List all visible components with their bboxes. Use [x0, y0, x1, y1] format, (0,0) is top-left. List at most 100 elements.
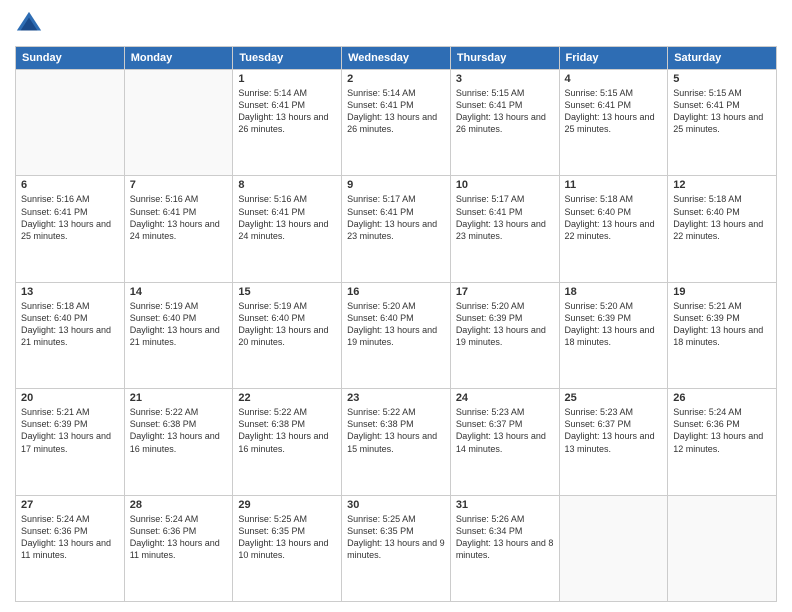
day-header-friday: Friday: [559, 47, 668, 70]
day-info: Sunrise: 5:15 AM Sunset: 6:41 PM Dayligh…: [565, 87, 663, 136]
day-info: Sunrise: 5:20 AM Sunset: 6:40 PM Dayligh…: [347, 300, 445, 349]
calendar-cell: 1 Sunrise: 5:14 AM Sunset: 6:41 PM Daylig…: [233, 70, 342, 176]
calendar-cell: 17 Sunrise: 5:20 AM Sunset: 6:39 PM Dayli…: [450, 282, 559, 388]
day-info: Sunrise: 5:24 AM Sunset: 6:36 PM Dayligh…: [21, 513, 119, 562]
day-info: Sunrise: 5:18 AM Sunset: 6:40 PM Dayligh…: [21, 300, 119, 349]
calendar-cell: 25 Sunrise: 5:23 AM Sunset: 6:37 PM Dayli…: [559, 389, 668, 495]
day-number: 1: [238, 73, 336, 85]
day-info: Sunrise: 5:23 AM Sunset: 6:37 PM Dayligh…: [456, 406, 554, 455]
day-info: Sunrise: 5:24 AM Sunset: 6:36 PM Dayligh…: [130, 513, 228, 562]
calendar-cell: 21 Sunrise: 5:22 AM Sunset: 6:38 PM Dayli…: [124, 389, 233, 495]
day-info: Sunrise: 5:16 AM Sunset: 6:41 PM Dayligh…: [130, 193, 228, 242]
day-number: 21: [130, 392, 228, 404]
day-header-sunday: Sunday: [16, 47, 125, 70]
day-number: 26: [673, 392, 771, 404]
day-number: 19: [673, 286, 771, 298]
calendar-cell: 7Sunrise: 5:16 AM Sunset: 6:41 PM Daylig…: [124, 176, 233, 282]
day-number: 25: [565, 392, 663, 404]
day-number: 18: [565, 286, 663, 298]
day-header-wednesday: Wednesday: [342, 47, 451, 70]
calendar-cell: 31 Sunrise: 5:26 AM Sunset: 6:34 PM Dayli…: [450, 495, 559, 601]
calendar-cell: 9 Sunrise: 5:17 AM Sunset: 6:41 PM Daylig…: [342, 176, 451, 282]
day-number: 31: [456, 499, 554, 511]
calendar-cell: [16, 70, 125, 176]
day-number: 12: [673, 179, 771, 191]
calendar-cell: 24 Sunrise: 5:23 AM Sunset: 6:37 PM Dayli…: [450, 389, 559, 495]
day-info: Sunrise: 5:20 AM Sunset: 6:39 PM Dayligh…: [456, 300, 554, 349]
day-number: 14: [130, 286, 228, 298]
day-info: Sunrise: 5:19 AM Sunset: 6:40 PM Dayligh…: [238, 300, 336, 349]
calendar-cell: 13Sunrise: 5:18 AM Sunset: 6:40 PM Dayli…: [16, 282, 125, 388]
day-number: 11: [565, 179, 663, 191]
calendar-cell: 18 Sunrise: 5:20 AM Sunset: 6:39 PM Dayli…: [559, 282, 668, 388]
day-info: Sunrise: 5:21 AM Sunset: 6:39 PM Dayligh…: [21, 406, 119, 455]
calendar-cell: 3Sunrise: 5:15 AM Sunset: 6:41 PM Daylig…: [450, 70, 559, 176]
day-number: 30: [347, 499, 445, 511]
calendar-cell: 29 Sunrise: 5:25 AM Sunset: 6:35 PM Dayli…: [233, 495, 342, 601]
day-number: 29: [238, 499, 336, 511]
logo-icon: [15, 10, 43, 38]
calendar-cell: 2 Sunrise: 5:14 AM Sunset: 6:41 PM Daylig…: [342, 70, 451, 176]
calendar-cell: 12Sunrise: 5:18 AM Sunset: 6:40 PM Dayli…: [668, 176, 777, 282]
day-number: 5: [673, 73, 771, 85]
day-number: 20: [21, 392, 119, 404]
day-info: Sunrise: 5:14 AM Sunset: 6:41 PM Dayligh…: [347, 87, 445, 136]
day-info: Sunrise: 5:25 AM Sunset: 6:35 PM Dayligh…: [347, 513, 445, 562]
day-number: 10: [456, 179, 554, 191]
calendar-cell: 27Sunrise: 5:24 AM Sunset: 6:36 PM Dayli…: [16, 495, 125, 601]
calendar-cell: 22 Sunrise: 5:22 AM Sunset: 6:38 PM Dayli…: [233, 389, 342, 495]
calendar: SundayMondayTuesdayWednesdayThursdayFrid…: [15, 46, 777, 602]
day-info: Sunrise: 5:20 AM Sunset: 6:39 PM Dayligh…: [565, 300, 663, 349]
calendar-header-row: SundayMondayTuesdayWednesdayThursdayFrid…: [16, 47, 777, 70]
header: [15, 10, 777, 38]
day-info: Sunrise: 5:16 AM Sunset: 6:41 PM Dayligh…: [21, 193, 119, 242]
calendar-cell: 10 Sunrise: 5:17 AM Sunset: 6:41 PM Dayli…: [450, 176, 559, 282]
page: SundayMondayTuesdayWednesdayThursdayFrid…: [0, 0, 792, 612]
day-info: Sunrise: 5:17 AM Sunset: 6:41 PM Dayligh…: [347, 193, 445, 242]
day-info: Sunrise: 5:25 AM Sunset: 6:35 PM Dayligh…: [238, 513, 336, 562]
calendar-week-4: 27Sunrise: 5:24 AM Sunset: 6:36 PM Dayli…: [16, 495, 777, 601]
day-info: Sunrise: 5:26 AM Sunset: 6:34 PM Dayligh…: [456, 513, 554, 562]
day-number: 17: [456, 286, 554, 298]
day-number: 16: [347, 286, 445, 298]
calendar-week-0: 1 Sunrise: 5:14 AM Sunset: 6:41 PM Daylig…: [16, 70, 777, 176]
calendar-cell: 14 Sunrise: 5:19 AM Sunset: 6:40 PM Dayli…: [124, 282, 233, 388]
calendar-cell: 20 Sunrise: 5:21 AM Sunset: 6:39 PM Dayli…: [16, 389, 125, 495]
calendar-week-2: 13Sunrise: 5:18 AM Sunset: 6:40 PM Dayli…: [16, 282, 777, 388]
day-number: 24: [456, 392, 554, 404]
calendar-week-3: 20 Sunrise: 5:21 AM Sunset: 6:39 PM Dayli…: [16, 389, 777, 495]
calendar-cell: 16 Sunrise: 5:20 AM Sunset: 6:40 PM Dayli…: [342, 282, 451, 388]
day-number: 22: [238, 392, 336, 404]
day-number: 3: [456, 73, 554, 85]
day-info: Sunrise: 5:18 AM Sunset: 6:40 PM Dayligh…: [565, 193, 663, 242]
day-info: Sunrise: 5:22 AM Sunset: 6:38 PM Dayligh…: [130, 406, 228, 455]
day-info: Sunrise: 5:19 AM Sunset: 6:40 PM Dayligh…: [130, 300, 228, 349]
calendar-cell: [668, 495, 777, 601]
day-number: 9: [347, 179, 445, 191]
day-info: Sunrise: 5:21 AM Sunset: 6:39 PM Dayligh…: [673, 300, 771, 349]
calendar-cell: 15 Sunrise: 5:19 AM Sunset: 6:40 PM Dayli…: [233, 282, 342, 388]
day-number: 2: [347, 73, 445, 85]
day-info: Sunrise: 5:14 AM Sunset: 6:41 PM Dayligh…: [238, 87, 336, 136]
day-info: Sunrise: 5:22 AM Sunset: 6:38 PM Dayligh…: [238, 406, 336, 455]
calendar-cell: 30 Sunrise: 5:25 AM Sunset: 6:35 PM Dayli…: [342, 495, 451, 601]
calendar-cell: 19 Sunrise: 5:21 AM Sunset: 6:39 PM Dayli…: [668, 282, 777, 388]
day-header-saturday: Saturday: [668, 47, 777, 70]
day-number: 4: [565, 73, 663, 85]
calendar-cell: 6Sunrise: 5:16 AM Sunset: 6:41 PM Daylig…: [16, 176, 125, 282]
calendar-cell: 28 Sunrise: 5:24 AM Sunset: 6:36 PM Dayli…: [124, 495, 233, 601]
day-info: Sunrise: 5:24 AM Sunset: 6:36 PM Dayligh…: [673, 406, 771, 455]
day-header-monday: Monday: [124, 47, 233, 70]
day-number: 28: [130, 499, 228, 511]
calendar-cell: 23Sunrise: 5:22 AM Sunset: 6:38 PM Dayli…: [342, 389, 451, 495]
calendar-cell: 4 Sunrise: 5:15 AM Sunset: 6:41 PM Daylig…: [559, 70, 668, 176]
day-number: 23: [347, 392, 445, 404]
day-info: Sunrise: 5:16 AM Sunset: 6:41 PM Dayligh…: [238, 193, 336, 242]
day-info: Sunrise: 5:23 AM Sunset: 6:37 PM Dayligh…: [565, 406, 663, 455]
calendar-cell: 26 Sunrise: 5:24 AM Sunset: 6:36 PM Dayli…: [668, 389, 777, 495]
calendar-cell: 11 Sunrise: 5:18 AM Sunset: 6:40 PM Dayli…: [559, 176, 668, 282]
calendar-cell: [559, 495, 668, 601]
day-info: Sunrise: 5:17 AM Sunset: 6:41 PM Dayligh…: [456, 193, 554, 242]
day-number: 8: [238, 179, 336, 191]
day-number: 15: [238, 286, 336, 298]
